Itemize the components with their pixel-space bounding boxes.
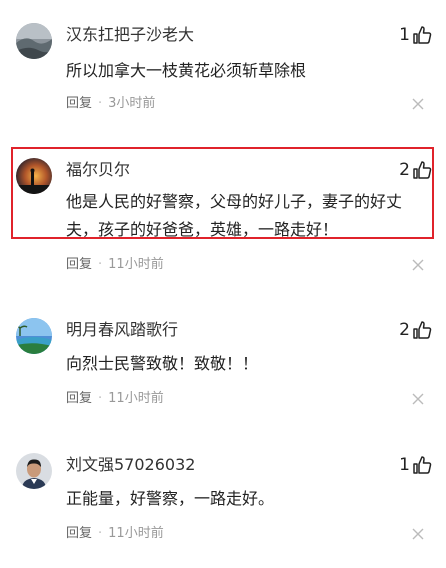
like-button[interactable]: 2 <box>399 159 432 181</box>
like-count: 1 <box>399 25 410 45</box>
thumbs-up-icon <box>412 25 432 45</box>
timestamp: 3小时前 <box>108 96 156 111</box>
username[interactable]: 明月春风踏歌行 <box>66 320 178 340</box>
like-count: 2 <box>399 320 410 340</box>
comment-meta: 回复 · 11小时前 <box>66 256 164 274</box>
timestamp: 11小时前 <box>108 257 164 272</box>
thumbs-up-icon <box>412 455 432 475</box>
like-count: 2 <box>399 160 410 180</box>
avatar[interactable] <box>16 453 52 489</box>
comment-text: 正能量，好警察，一路走好。 <box>66 489 275 508</box>
comment-meta: 回复 · 11小时前 <box>66 390 164 408</box>
avatar[interactable] <box>16 158 52 194</box>
username[interactable]: 刘文强57026032 <box>66 455 195 475</box>
comment-text: 所以加拿大一枝黄花必须斩草除根 <box>66 61 307 80</box>
reply-button[interactable]: 回复 <box>66 390 92 408</box>
comment-text: 向烈士民警致敬！致敬！！ <box>66 354 259 373</box>
reply-button[interactable]: 回复 <box>66 525 92 543</box>
separator-dot: · <box>98 257 103 272</box>
separator-dot: · <box>98 391 103 406</box>
comment-text: 他是人民的好警察，父母的好儿子，妻子的好丈夫，孩子的好爸爸，英雄，一路走好！ <box>66 192 403 239</box>
separator-dot: · <box>98 96 103 111</box>
avatar[interactable] <box>16 23 52 59</box>
close-icon[interactable] <box>412 528 424 540</box>
like-button[interactable]: 1 <box>399 454 432 476</box>
comment-meta: 回复 · 3小时前 <box>66 95 155 113</box>
separator-dot: · <box>98 526 103 541</box>
reply-button[interactable]: 回复 <box>66 95 92 113</box>
like-count: 1 <box>399 455 410 475</box>
close-icon[interactable] <box>412 98 424 110</box>
thumbs-up-icon <box>412 160 432 180</box>
username[interactable]: 汉东扛把子沙老大 <box>66 25 194 45</box>
like-button[interactable]: 2 <box>399 319 432 341</box>
thumbs-up-icon <box>412 320 432 340</box>
like-button[interactable]: 1 <box>399 24 432 46</box>
timestamp: 11小时前 <box>108 391 164 406</box>
username[interactable]: 福尔贝尔 <box>66 160 130 180</box>
avatar[interactable] <box>16 318 52 354</box>
reply-button[interactable]: 回复 <box>66 256 92 274</box>
timestamp: 11小时前 <box>108 526 164 541</box>
close-icon[interactable] <box>412 393 424 405</box>
close-icon[interactable] <box>412 259 424 271</box>
comment-meta: 回复 · 11小时前 <box>66 525 164 543</box>
